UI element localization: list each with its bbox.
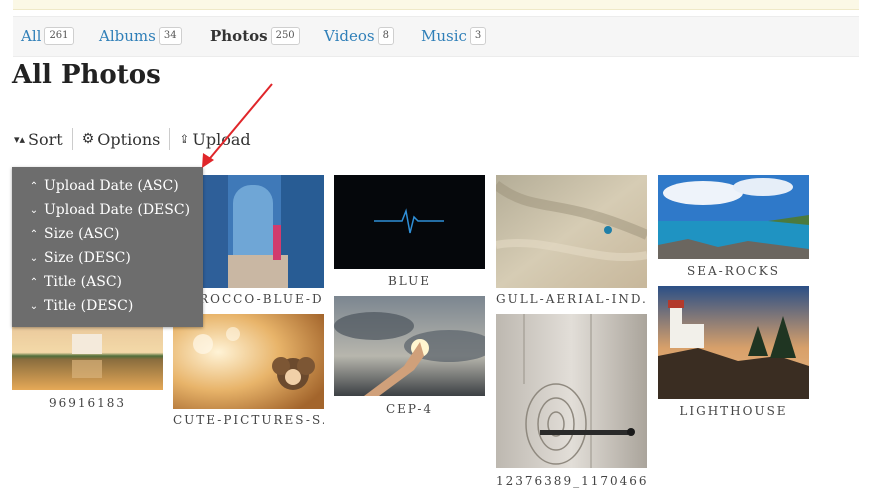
photo-thumb-cep-4[interactable] xyxy=(334,296,485,396)
photo-caption: LIGHTHOUSE xyxy=(679,404,788,418)
sort-icon: ▾▴ xyxy=(14,132,26,146)
sort-option-label: Upload Date (DESC) xyxy=(44,202,191,218)
sort-option-title-asc[interactable]: ⌃ Title (ASC) xyxy=(28,271,122,293)
notice-strip xyxy=(13,0,859,10)
page-title: All Photos xyxy=(12,60,161,90)
taj-mahal-image xyxy=(12,322,163,390)
tab-photos[interactable]: Photos 250 xyxy=(210,25,300,47)
sort-button[interactable]: ▾▴ Sort xyxy=(14,130,63,149)
photo-caption: 12376389_1170466... xyxy=(496,474,647,488)
photo-thumb-96916183[interactable] xyxy=(12,322,163,390)
gear-icon: ⚙ xyxy=(81,131,95,147)
tab-videos-count: 8 xyxy=(377,27,394,45)
sort-option-label: Title (ASC) xyxy=(44,274,122,290)
tab-music-label: Music xyxy=(421,27,467,45)
chevron-up-icon: ⌃ xyxy=(29,228,39,240)
gallery-toolbar: ▾▴ Sort ⚙ Options ⇪ Upload xyxy=(14,128,251,150)
sort-option-upload-date-asc[interactable]: ⌃ Upload Date (ASC) xyxy=(28,175,179,197)
photo-thumb-cute-pictures[interactable] xyxy=(173,314,324,409)
chevron-down-icon: ⌄ xyxy=(29,252,39,264)
chevron-up-icon: ⌃ xyxy=(29,180,39,192)
photo-caption: GULL-AERIAL-IND... xyxy=(496,292,647,306)
upload-label: Upload xyxy=(192,129,251,149)
sea-rocks-image xyxy=(658,175,809,259)
cute-pictures-image xyxy=(173,314,324,409)
tab-photos-label: Photos xyxy=(210,27,268,45)
tab-photos-count: 250 xyxy=(270,27,300,45)
sort-option-upload-date-desc[interactable]: ⌄ Upload Date (DESC) xyxy=(28,199,190,221)
tab-albums[interactable]: Albums 34 xyxy=(99,25,182,47)
photo-thumb-blue[interactable] xyxy=(334,175,485,269)
photo-caption: CUTE-PICTURES-S... xyxy=(173,413,324,427)
photo-thumb-lighthouse[interactable] xyxy=(658,286,809,399)
sort-option-label: Title (DESC) xyxy=(44,298,134,314)
photo-caption: 96916183 xyxy=(48,396,127,410)
chevron-up-icon: ⌃ xyxy=(29,276,39,288)
options-button[interactable]: ⚙ Options xyxy=(82,130,161,149)
chevron-down-icon: ⌄ xyxy=(29,300,39,312)
sort-option-size-asc[interactable]: ⌃ Size (ASC) xyxy=(28,223,120,245)
tab-all[interactable]: All 261 xyxy=(21,25,74,47)
sort-option-label: Size (ASC) xyxy=(44,226,120,242)
tab-all-count: 261 xyxy=(44,27,74,45)
sort-label: Sort xyxy=(28,129,63,149)
toolbar-divider xyxy=(71,128,73,150)
blue-heartbeat-image xyxy=(334,175,485,269)
photo-thumb-sea-rocks[interactable] xyxy=(658,175,809,259)
tab-albums-count: 34 xyxy=(158,27,182,45)
hand-sun-image xyxy=(334,296,485,396)
tab-videos-label: Videos xyxy=(324,27,375,45)
media-type-tabs: All 261 Albums 34 Photos 250 Videos 8 Mu… xyxy=(13,16,859,57)
gull-aerial-image xyxy=(496,175,647,288)
photo-caption: BLUE xyxy=(387,274,431,288)
sort-option-title-desc[interactable]: ⌄ Title (DESC) xyxy=(28,295,134,317)
sort-dropdown-menu: ⌃ Upload Date (ASC) ⌄ Upload Date (DESC)… xyxy=(12,167,203,327)
photo-thumb-12376389[interactable] xyxy=(496,314,647,468)
upload-button[interactable]: ⇪ Upload xyxy=(179,130,250,149)
photo-thumb-gull-aerial[interactable] xyxy=(496,175,647,288)
sort-option-label: Size (DESC) xyxy=(44,250,131,266)
photo-caption: CEP-4 xyxy=(385,402,434,416)
tab-music-count: 3 xyxy=(469,27,487,45)
tab-all-label: All xyxy=(21,27,42,45)
photo-caption: SEA-ROCKS xyxy=(687,264,780,278)
sort-option-label: Upload Date (ASC) xyxy=(44,178,179,194)
lighthouse-image xyxy=(658,286,809,399)
tab-albums-label: Albums xyxy=(99,27,156,45)
toolbar-divider xyxy=(169,128,171,150)
tab-videos[interactable]: Videos 8 xyxy=(324,25,394,47)
wood-match-image xyxy=(496,314,647,468)
chevron-down-icon: ⌄ xyxy=(29,204,39,216)
sort-option-size-desc[interactable]: ⌄ Size (DESC) xyxy=(28,247,131,269)
options-label: Options xyxy=(97,129,161,149)
tab-music[interactable]: Music 3 xyxy=(421,25,487,47)
upload-icon: ⇪ xyxy=(179,132,190,146)
